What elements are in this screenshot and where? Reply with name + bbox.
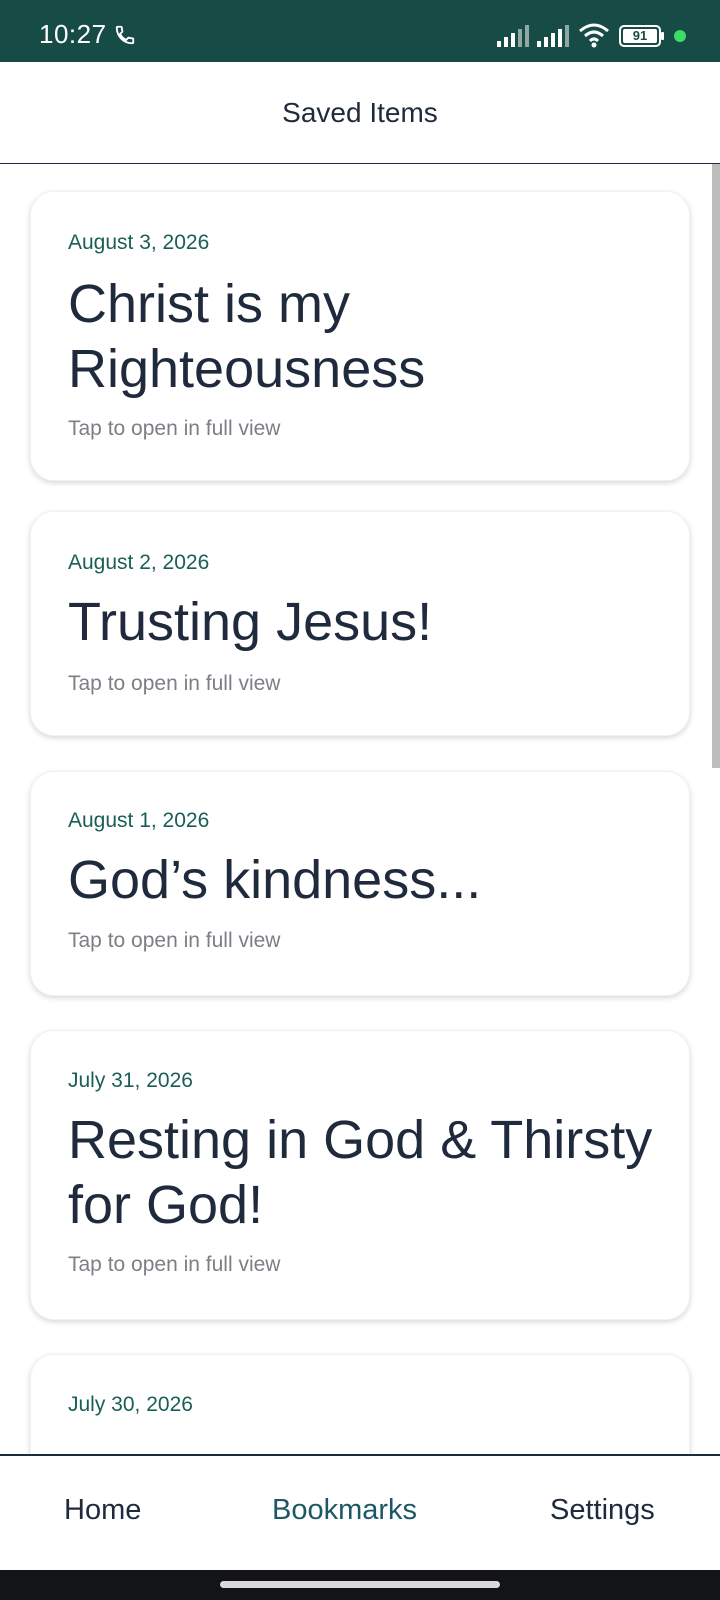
nav-settings[interactable]: Settings bbox=[550, 1494, 655, 1527]
bottom-navigation: Home Bookmarks Settings bbox=[0, 1454, 720, 1570]
nav-bookmarks[interactable]: Bookmarks bbox=[272, 1494, 417, 1527]
saved-item-card[interactable]: August 2, 2026 Trusting Jesus! Tap to op… bbox=[30, 511, 690, 736]
page-title: Saved Items bbox=[282, 96, 438, 128]
saved-items-list[interactable]: August 3, 2026 Christ is my Righteousnes… bbox=[0, 164, 720, 1454]
card-hint: Tap to open in full view bbox=[68, 1253, 281, 1276]
battery-level: 91 bbox=[632, 28, 648, 43]
saved-item-card[interactable]: July 30, 2026 bbox=[30, 1354, 690, 1454]
card-date: August 3, 2026 bbox=[68, 231, 210, 254]
card-title: Trusting Jesus! bbox=[68, 592, 433, 652]
saved-item-card[interactable]: July 31, 2026 Resting in God & Thirsty f… bbox=[30, 1030, 690, 1320]
card-title: Resting in God & Thirsty for God! bbox=[68, 1110, 653, 1235]
system-navigation-bar bbox=[0, 1570, 720, 1600]
card-date: August 2, 2026 bbox=[68, 551, 210, 574]
scrollbar-thumb[interactable] bbox=[712, 164, 720, 768]
card-date: July 30, 2026 bbox=[68, 1393, 193, 1416]
nav-home[interactable]: Home bbox=[64, 1494, 141, 1527]
card-date: July 31, 2026 bbox=[68, 1069, 193, 1092]
cellular-signal-icon bbox=[497, 25, 529, 47]
card-hint: Tap to open in full view bbox=[68, 672, 281, 695]
card-title: God’s kindness... bbox=[68, 850, 482, 910]
card-title: Christ is my Righteousness bbox=[68, 274, 426, 399]
saved-item-card[interactable]: August 1, 2026 God’s kindness... Tap to … bbox=[30, 771, 690, 996]
screen: 10:27 91 Saved Items August 3, 2026 Chri… bbox=[0, 0, 720, 1600]
app-bar: Saved Items bbox=[0, 62, 720, 164]
wifi-icon bbox=[579, 23, 609, 48]
privacy-indicator-dot bbox=[674, 30, 686, 42]
card-hint: Tap to open in full view bbox=[68, 929, 281, 952]
status-time: 10:27 bbox=[39, 19, 107, 49]
cellular-signal-icon bbox=[537, 25, 569, 47]
status-bar: 10:27 91 bbox=[0, 0, 720, 62]
home-gesture-handle[interactable] bbox=[220, 1581, 500, 1588]
phone-icon bbox=[115, 25, 135, 45]
card-hint: Tap to open in full view bbox=[68, 417, 281, 440]
card-date: August 1, 2026 bbox=[68, 809, 210, 832]
saved-item-card[interactable]: August 3, 2026 Christ is my Righteousnes… bbox=[30, 191, 690, 481]
